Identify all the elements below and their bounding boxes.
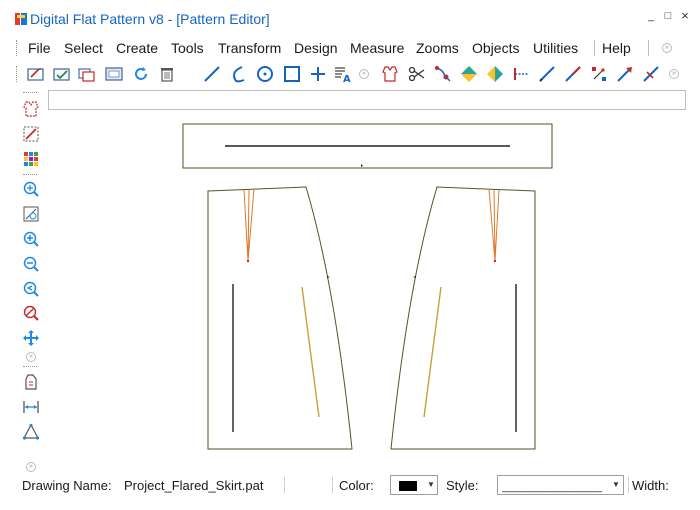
node-icon[interactable]	[433, 64, 453, 84]
menu-more-button[interactable]: »	[662, 43, 672, 53]
right-panel-dart	[488, 188, 500, 262]
color-dropdown[interactable]: ▼	[390, 475, 438, 495]
diagonal-line-icon[interactable]	[537, 64, 557, 84]
sidebar-grip[interactable]	[23, 92, 37, 95]
status-bar: Drawing Name: Project_Flared_Skirt.pat C…	[14, 473, 700, 497]
command-input[interactable]	[48, 90, 686, 110]
triangle-icon[interactable]	[22, 423, 40, 441]
left-skirt-panel[interactable]	[207, 186, 353, 450]
menu-create[interactable]: Create	[116, 40, 158, 56]
toolbar-more-button-2[interactable]: »	[669, 69, 679, 79]
left-dart-point	[246, 259, 250, 263]
status-separator	[628, 477, 629, 493]
right-side-notch	[413, 276, 416, 278]
waistband-notch	[361, 164, 363, 167]
menu-objects[interactable]: Objects	[472, 40, 519, 56]
menu-file[interactable]: File	[28, 40, 51, 56]
slash-line-icon[interactable]	[641, 64, 661, 84]
main-toolbar: A » »	[14, 62, 700, 86]
open-pattern-icon[interactable]	[52, 64, 72, 84]
color-label: Color:	[339, 478, 374, 493]
menu-design[interactable]: Design	[294, 40, 338, 56]
deselect-icon[interactable]	[22, 125, 40, 143]
menu-tools[interactable]: Tools	[171, 40, 204, 56]
zoom-window-icon[interactable]	[22, 205, 40, 223]
toolbar-grip[interactable]	[16, 66, 19, 82]
sidebar-more-button[interactable]: »	[26, 352, 36, 362]
trash-icon[interactable]	[157, 64, 177, 84]
chevron-down-icon: ▼	[612, 480, 620, 489]
menu-separator	[648, 40, 649, 56]
points-icon[interactable]	[589, 64, 609, 84]
blouse-icon[interactable]	[380, 64, 400, 84]
toolbar-more-button[interactable]: »	[359, 69, 369, 79]
svg-text:A: A	[343, 74, 351, 84]
style-dropdown[interactable]: ___________________... ▼	[497, 475, 624, 495]
right-grain-line	[423, 286, 442, 418]
text-icon[interactable]: A	[332, 64, 352, 84]
diamond-v-icon[interactable]	[459, 64, 479, 84]
rectangle-icon[interactable]	[282, 64, 302, 84]
line-icon[interactable]	[202, 64, 222, 84]
menu-measure[interactable]: Measure	[350, 40, 404, 56]
zoom-previous-icon[interactable]	[22, 280, 40, 298]
style-label: Style:	[446, 478, 479, 493]
no-zoom-icon[interactable]	[22, 304, 40, 322]
status-separator	[284, 477, 285, 493]
side-toolbar: » »	[14, 90, 46, 478]
width-measure-icon[interactable]	[22, 398, 40, 416]
drawing-canvas[interactable]	[48, 114, 686, 474]
menu-utilities[interactable]: Utilities	[533, 40, 578, 56]
scissors-icon[interactable]	[407, 64, 427, 84]
drawing-name-value: Project_Flared_Skirt.pat	[124, 478, 264, 493]
left-panel-dart	[243, 188, 255, 262]
zoom-in-icon[interactable]	[22, 230, 40, 248]
maximize-button[interactable]: □	[661, 10, 675, 22]
arrow-icon[interactable]	[615, 64, 635, 84]
refresh-icon[interactable]	[131, 64, 151, 84]
minimize-button[interactable]: _	[644, 10, 658, 22]
right-dart-point	[493, 259, 497, 263]
chevron-down-icon: ▼	[427, 480, 435, 489]
grid-color-icon[interactable]	[22, 150, 40, 168]
pan-icon[interactable]	[22, 329, 40, 347]
menu-separator	[594, 40, 595, 56]
sidebar-grip[interactable]	[23, 174, 37, 177]
right-skirt-panel[interactable]	[390, 186, 536, 450]
circle-icon[interactable]	[255, 64, 275, 84]
diamond-h-icon[interactable]	[485, 64, 505, 84]
sidebar-grip[interactable]	[23, 366, 37, 369]
new-pattern-icon[interactable]	[26, 64, 46, 84]
select-piece-icon[interactable]	[22, 100, 40, 118]
menu-select[interactable]: Select	[64, 40, 103, 56]
plus-icon[interactable]	[308, 64, 328, 84]
menu-help[interactable]: Help	[602, 40, 631, 56]
menu-zooms[interactable]: Zooms	[416, 40, 459, 56]
left-side-notch	[327, 276, 330, 278]
app-logo-icon	[15, 13, 27, 25]
curve-icon[interactable]	[228, 64, 248, 84]
menu-grip[interactable]	[16, 40, 19, 56]
piece-info-icon[interactable]	[22, 373, 40, 391]
close-button[interactable]: ×	[678, 8, 692, 23]
zoom-extents-icon[interactable]	[22, 180, 40, 198]
display-icon[interactable]	[104, 64, 124, 84]
title-bar: Digital Flat Pattern v8 - [Pattern Edito…	[0, 0, 700, 36]
print-icon[interactable]	[77, 64, 97, 84]
window-title: Digital Flat Pattern v8 - [Pattern Edito…	[30, 11, 270, 27]
style-value: ___________________...	[502, 481, 602, 493]
sidebar-more-button-2[interactable]: »	[26, 462, 36, 472]
status-separator	[332, 477, 333, 493]
zoom-out-icon[interactable]	[22, 255, 40, 273]
measure-icon[interactable]	[511, 64, 531, 84]
drawing-name-label: Drawing Name:	[22, 478, 112, 493]
diagonal-line-red-icon[interactable]	[563, 64, 583, 84]
left-grain-line	[301, 286, 320, 418]
width-label: Width:	[632, 478, 669, 493]
menu-bar: File Select Create Tools Transform Desig…	[14, 38, 700, 58]
menu-transform[interactable]: Transform	[218, 40, 281, 56]
color-swatch	[399, 481, 417, 491]
